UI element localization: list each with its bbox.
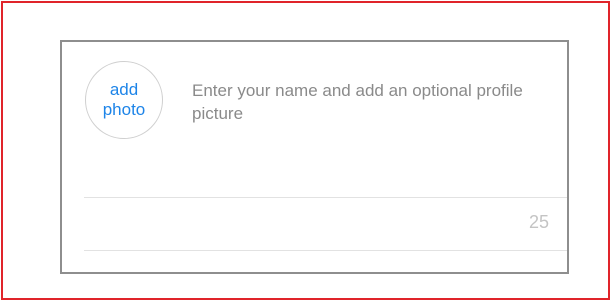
outer-frame: add photo Enter your name and add an opt… <box>1 1 610 300</box>
add-photo-label-line1: add <box>109 80 139 99</box>
add-photo-button[interactable]: add photo <box>85 61 163 139</box>
name-input[interactable]: 25 <box>84 197 567 251</box>
profile-setup-card: add photo Enter your name and add an opt… <box>60 40 569 274</box>
add-photo-label-line2: photo <box>102 100 146 119</box>
profile-hint-text: Enter your name and add an optional prof… <box>192 81 523 123</box>
character-counter: 25 <box>528 212 549 232</box>
